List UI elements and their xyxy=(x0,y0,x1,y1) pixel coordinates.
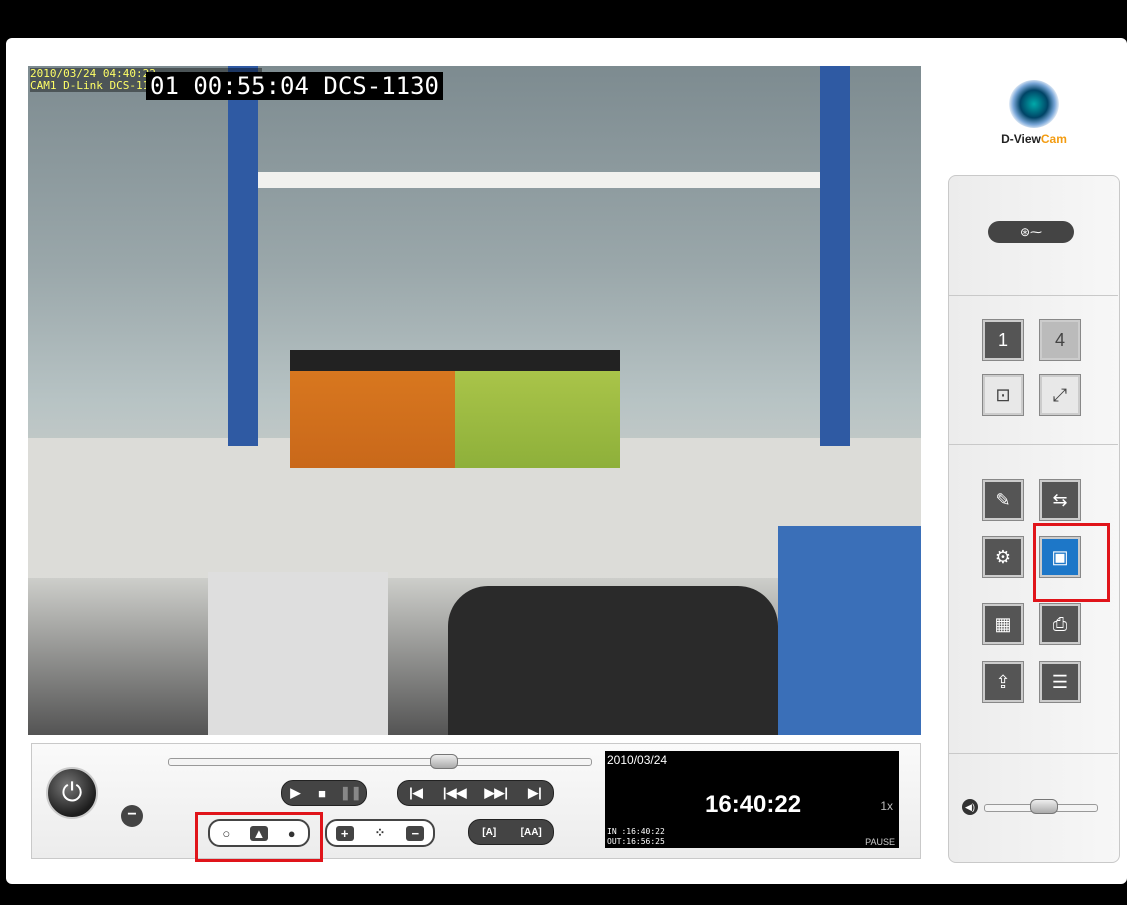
play-controls: ▶ ■ ❚❚ xyxy=(281,780,367,806)
seek-controls: |◀ |◀◀ ▶▶| ▶| xyxy=(397,780,554,806)
side-divider xyxy=(948,444,1118,445)
video-chair xyxy=(448,586,778,735)
speed-controls: + ⁘ − xyxy=(325,819,435,847)
side-divider xyxy=(948,295,1118,296)
video-frame-post xyxy=(820,66,850,446)
video-chair-blue xyxy=(778,526,921,735)
backup-button[interactable]: ⇪ xyxy=(983,662,1023,702)
app-logo: D-ViewCam xyxy=(988,80,1080,150)
playback-out-time: OUT:16:56:25 xyxy=(607,837,665,846)
time-display-panel: 2010/03/24 16:40:22 1x IN :16:40:22 OUT:… xyxy=(605,751,899,848)
highlight-box-mark-controls xyxy=(195,812,323,862)
layout-1-button[interactable]: 1 xyxy=(983,320,1023,360)
playback-time: 16:40:22 xyxy=(705,791,802,818)
volume-icon[interactable]: ◀) xyxy=(962,799,978,815)
side-divider xyxy=(948,753,1118,754)
event-list-button[interactable]: ☰ xyxy=(1040,662,1080,702)
settings-button[interactable]: ⚙ xyxy=(983,537,1023,577)
video-frame-post xyxy=(228,66,258,446)
video-viewport[interactable]: 2010/03/24 04:40:22 CAM1 D-Link DCS-1130… xyxy=(28,66,921,735)
highlight-box-save-video xyxy=(1033,523,1110,602)
timeline-slider[interactable] xyxy=(168,758,592,766)
print-button[interactable]: ⎙ xyxy=(1040,604,1080,644)
volume-slider-thumb[interactable] xyxy=(1030,799,1058,814)
layout-4-button[interactable]: 4 xyxy=(1040,320,1080,360)
video-shelf xyxy=(258,172,848,188)
playback-in-time: IN :16:40:22 xyxy=(607,827,665,836)
video-box-orange xyxy=(290,350,455,468)
osd-overlay-text: 01 00:55:04 DCS-1130 xyxy=(146,72,443,100)
edit-button[interactable]: ✎ xyxy=(983,480,1023,520)
playback-date: 2010/03/24 xyxy=(607,753,668,767)
logo-text: D-ViewCam xyxy=(988,132,1080,146)
export-button[interactable]: ⇆ xyxy=(1040,480,1080,520)
play-button[interactable]: ▶ xyxy=(286,785,304,801)
ab-controls: [A] [AA] xyxy=(468,819,554,845)
logo-text-accent: Cam xyxy=(1040,132,1067,146)
pause-button[interactable]: ❚❚ xyxy=(340,785,362,801)
playback-speed: 1x xyxy=(880,799,893,813)
video-drawer xyxy=(208,572,388,735)
sequence-button[interactable]: ⊛⁓ xyxy=(988,221,1074,243)
fullscreen-button[interactable]: ⤢ xyxy=(1040,375,1080,415)
speed-icon: ⁘ xyxy=(374,825,386,840)
center-view-button[interactable]: ⊡ xyxy=(983,375,1023,415)
rewind-button[interactable]: |◀◀ xyxy=(443,785,467,801)
mark-a-button[interactable]: [A] xyxy=(480,827,498,838)
first-frame-button[interactable]: |◀ xyxy=(407,785,425,801)
timeline-slider-thumb[interactable] xyxy=(430,754,458,769)
eye-logo-icon xyxy=(1009,80,1059,128)
logo-text-main: D-View xyxy=(1001,132,1041,146)
zoom-out-button[interactable]: − xyxy=(121,805,143,827)
mark-ab-button[interactable]: [AA] xyxy=(521,827,542,838)
playback-status: PAUSE xyxy=(865,837,895,847)
speed-up-button[interactable]: + xyxy=(335,825,354,841)
last-frame-button[interactable]: ▶| xyxy=(526,785,544,801)
stop-button[interactable]: ■ xyxy=(313,786,331,801)
speed-down-button[interactable]: − xyxy=(406,825,425,841)
power-icon: ⏻ xyxy=(61,777,83,807)
fast-forward-button[interactable]: ▶▶| xyxy=(484,785,508,801)
video-box-green xyxy=(455,350,620,468)
side-panel xyxy=(948,175,1120,863)
power-button[interactable]: ⏻ xyxy=(46,767,98,819)
snapshot-button[interactable]: ▦ xyxy=(983,604,1023,644)
